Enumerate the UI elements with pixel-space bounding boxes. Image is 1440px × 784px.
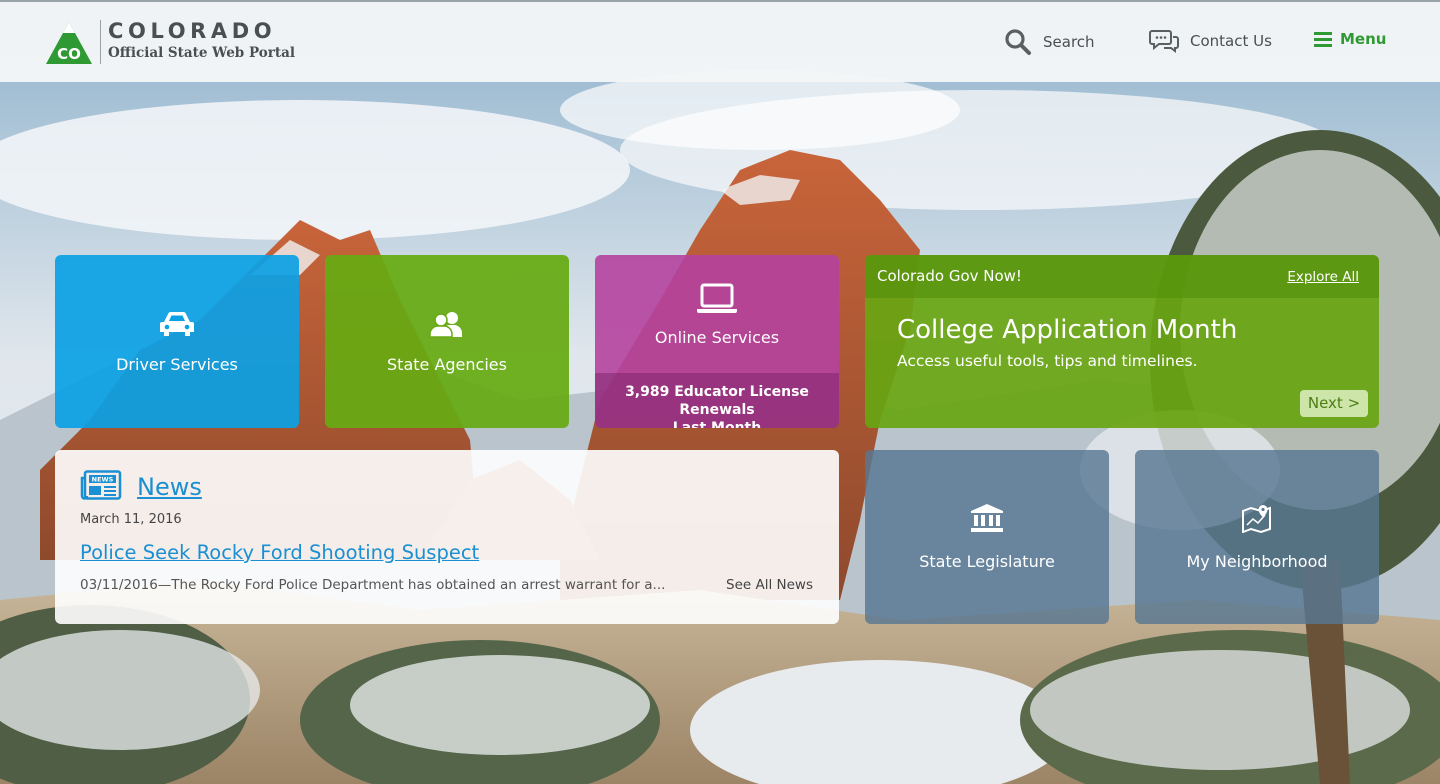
news-panel: NEWS News March 11, 2016 Police Seek Roc… bbox=[55, 450, 839, 624]
online-stat-line1: 3,989 Educator License Renewals bbox=[625, 384, 809, 418]
logo-subtitle: Official State Web Portal bbox=[108, 45, 295, 61]
state-agencies-label: State Agencies bbox=[387, 354, 507, 374]
map-pin-icon bbox=[1241, 503, 1273, 537]
online-stat-line2: Last Month bbox=[672, 420, 762, 428]
news-story-link[interactable]: Police Seek Rocky Ford Shooting Suspect bbox=[80, 541, 479, 564]
next-button[interactable]: Next > bbox=[1300, 390, 1368, 417]
online-services-stat: 3,989 Educator License Renewals Last Mon… bbox=[595, 373, 839, 428]
menu-button[interactable]: Menu bbox=[1314, 30, 1386, 48]
explore-all-link[interactable]: Explore All bbox=[1287, 269, 1359, 285]
gov-now-subtitle: Access useful tools, tips and timelines. bbox=[897, 352, 1198, 370]
gov-now-carousel: Colorado Gov Now! Explore All College Ap… bbox=[865, 255, 1379, 428]
search-icon bbox=[1004, 28, 1032, 56]
state-legislature-label: State Legislature bbox=[919, 552, 1055, 571]
state-legislature-tile[interactable]: State Legislature bbox=[865, 450, 1109, 624]
search-label: Search bbox=[1043, 33, 1095, 51]
newspaper-icon: NEWS bbox=[80, 470, 122, 504]
car-icon bbox=[158, 310, 196, 342]
logo-divider bbox=[100, 20, 101, 64]
gov-now-headline[interactable]: College Application Month bbox=[897, 315, 1237, 345]
driver-services-tile[interactable]: Driver Services bbox=[55, 255, 299, 428]
see-all-news-link[interactable]: See All News bbox=[726, 577, 813, 593]
gov-now-title: Colorado Gov Now! bbox=[877, 267, 1022, 285]
my-neighborhood-tile[interactable]: My Neighborhood bbox=[1135, 450, 1379, 624]
my-neighborhood-label: My Neighborhood bbox=[1186, 552, 1328, 571]
logo-abbrev: CO bbox=[57, 45, 81, 63]
online-services-tile[interactable]: Online Services 3,989 Educator License R… bbox=[595, 255, 839, 428]
news-date: March 11, 2016 bbox=[80, 512, 182, 527]
laptop-icon bbox=[696, 282, 738, 318]
chat-bubbles-icon bbox=[1149, 28, 1179, 54]
colorado-logo[interactable]: CO COLORADO Official State Web Portal bbox=[44, 20, 295, 64]
news-title-row: NEWS News bbox=[80, 470, 202, 504]
state-agencies-tile[interactable]: State Agencies bbox=[325, 255, 569, 428]
news-heading-link[interactable]: News bbox=[137, 473, 202, 501]
hamburger-menu-icon bbox=[1314, 31, 1332, 47]
contact-us-button[interactable]: Contact Us bbox=[1149, 28, 1272, 54]
capitol-building-icon bbox=[970, 503, 1004, 537]
online-services-label: Online Services bbox=[654, 327, 780, 347]
site-header: CO COLORADO Official State Web Portal Se… bbox=[0, 0, 1440, 82]
contact-us-label: Contact Us bbox=[1190, 32, 1272, 50]
menu-label: Menu bbox=[1340, 30, 1387, 48]
people-icon bbox=[428, 310, 466, 342]
driver-services-label: Driver Services bbox=[116, 354, 238, 374]
logo-title: COLORADO bbox=[108, 19, 277, 43]
newspaper-icon-text: NEWS bbox=[92, 476, 114, 484]
colorado-mountain-logo-icon: CO bbox=[46, 22, 92, 64]
news-snippet: 03/11/2016—The Rocky Ford Police Departm… bbox=[80, 577, 666, 593]
search-button[interactable]: Search bbox=[1004, 28, 1095, 56]
